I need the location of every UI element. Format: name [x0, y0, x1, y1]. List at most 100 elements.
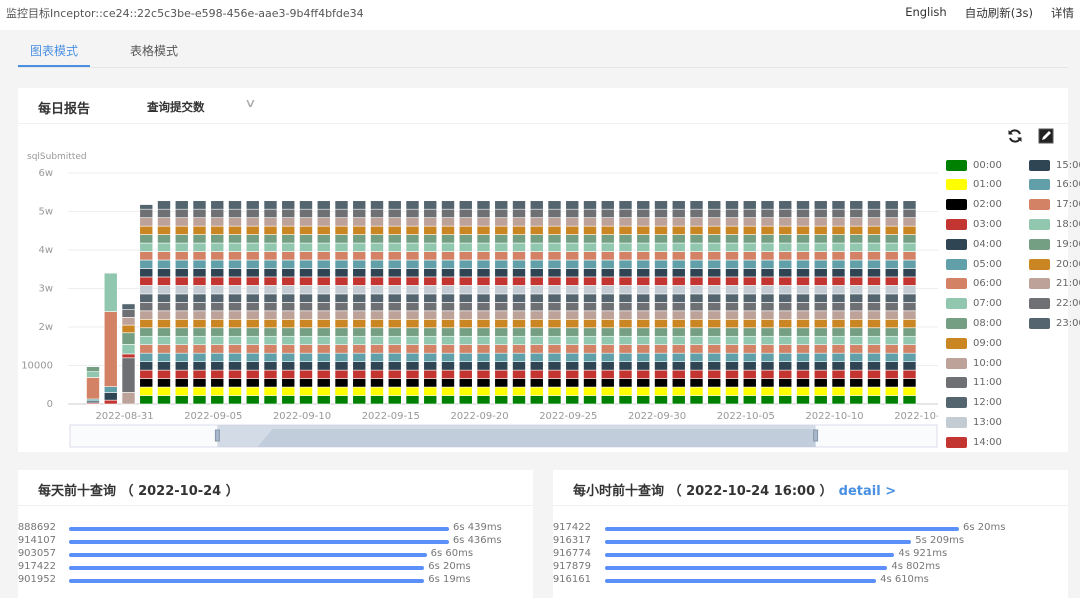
bar-segment-1300[interactable]	[139, 285, 154, 295]
bar-segment-2300[interactable]	[405, 200, 420, 210]
bar-segment-1800[interactable]	[547, 242, 562, 252]
bar-segment-1100[interactable]	[636, 302, 651, 312]
bar-segment-1500[interactable]	[654, 268, 668, 278]
bar-segment-1700[interactable]	[760, 251, 775, 261]
bar-segment-0800[interactable]	[192, 327, 207, 337]
bar-segment-1100[interactable]	[387, 302, 402, 312]
bar-segment-2200[interactable]	[565, 208, 580, 218]
bar-segment-0000[interactable]	[849, 395, 864, 405]
bar-segment-0300[interactable]	[405, 369, 420, 379]
bar-segment-0700[interactable]	[867, 335, 881, 346]
bar-segment-0300[interactable]	[263, 369, 278, 379]
bar-segment-0900[interactable]	[796, 319, 810, 329]
bar-segment-2000[interactable]	[334, 225, 349, 235]
bar-segment-2100[interactable]	[600, 217, 615, 227]
bar-segment-1700[interactable]	[228, 251, 242, 261]
bar-segment-1700[interactable]	[831, 251, 846, 261]
bar-segment-0800[interactable]	[494, 327, 509, 337]
bar-segment-2000[interactable]	[423, 225, 438, 235]
bar-segment-1300[interactable]	[583, 285, 597, 295]
bar-segment-2200[interactable]	[600, 208, 615, 218]
bar-segment-2100[interactable]	[316, 217, 331, 227]
bar-segment-1200[interactable]	[867, 293, 881, 303]
bar-segment-2200[interactable]	[867, 208, 881, 218]
bar-segment-1000[interactable]	[849, 310, 864, 320]
bar-segment-2300[interactable]	[778, 200, 793, 210]
bar-segment-1000[interactable]	[547, 310, 562, 320]
bar-segment-1500[interactable]	[157, 268, 171, 278]
bar-segment-1900[interactable]	[742, 234, 757, 244]
bar-segment-2200[interactable]	[423, 208, 438, 218]
bar-segment-1500[interactable]	[441, 268, 455, 278]
bar-segment-1800[interactable]	[334, 242, 349, 252]
bar-segment-2200[interactable]	[583, 208, 597, 218]
bar-segment-1900[interactable]	[423, 234, 438, 244]
bar-segment-0100[interactable]	[760, 386, 775, 396]
bar-segment-1300[interactable]	[760, 285, 775, 295]
bar-segment-0900[interactable]	[725, 319, 739, 329]
bar-segment-1300[interactable]	[423, 285, 438, 295]
bar-segment-0900[interactable]	[849, 319, 864, 329]
bar-segment-0300[interactable]	[884, 369, 899, 379]
bar-segment-0100[interactable]	[192, 386, 207, 396]
bar-segment-1700[interactable]	[139, 251, 154, 261]
bar-segment-2000[interactable]	[139, 225, 154, 235]
bar-segment-0100[interactable]	[476, 386, 491, 396]
bar-segment-0300[interactable]	[813, 369, 828, 379]
bar-segment-1400[interactable]	[565, 276, 580, 286]
bar-segment-0800[interactable]	[884, 327, 899, 337]
bar-segment-1900[interactable]	[441, 234, 455, 244]
bar-segment-0500[interactable]	[547, 352, 562, 362]
bar-segment-1600[interactable]	[796, 259, 810, 269]
bar-segment-1900[interactable]	[707, 234, 722, 244]
bar-segment-1900[interactable]	[618, 234, 633, 244]
bar-segment-0500[interactable]	[689, 352, 704, 362]
bar-segment-1400[interactable]	[334, 276, 349, 286]
bar-segment-0200[interactable]	[742, 378, 757, 388]
bar-segment-0400[interactable]	[831, 361, 846, 371]
bar-segment-0300[interactable]	[725, 369, 739, 379]
bar-segment-1400[interactable]	[387, 276, 402, 286]
query-row[interactable]: 2888692 6s 439ms	[18, 522, 533, 535]
bar-segment-2200[interactable]	[671, 208, 686, 218]
bar-segment-1600[interactable]	[192, 259, 207, 269]
bar-segment-1300[interactable]	[476, 285, 491, 295]
bar-segment-2100[interactable]	[725, 217, 739, 227]
tab-table-mode[interactable]: 表格模式	[130, 42, 178, 59]
bar-segment-0900[interactable]	[228, 319, 242, 329]
bar-segment-1000[interactable]	[316, 310, 331, 320]
bar-segment-0900[interactable]	[299, 319, 313, 329]
bar-segment-0300[interactable]	[796, 369, 810, 379]
bar-segment-0600[interactable]	[494, 344, 509, 354]
bar-segment-1800[interactable]	[512, 242, 526, 252]
bar-segment-0700[interactable]	[671, 335, 686, 346]
bar-segment-2300[interactable]	[299, 200, 313, 210]
bar-segment-0300[interactable]	[529, 369, 544, 379]
bar-segment-1500[interactable]	[565, 268, 580, 278]
legend-item-1900[interactable]: 19:00	[1029, 237, 1080, 251]
bar-segment-0300[interactable]	[441, 369, 455, 379]
bar-segment-1300[interactable]	[334, 285, 349, 295]
bar-segment-2100[interactable]	[689, 217, 704, 227]
bar-segment-1300[interactable]	[352, 285, 367, 295]
bar-segment-0400[interactable]	[405, 361, 420, 371]
bar-segment-0500[interactable]	[263, 352, 278, 362]
legend-item-1800[interactable]: 18:00	[1029, 217, 1080, 231]
bar-segment-1500[interactable]	[263, 268, 278, 278]
bar-segment-0700[interactable]	[654, 335, 668, 346]
bar-segment-1500[interactable]	[316, 268, 331, 278]
bar-segment-1100[interactable]	[778, 302, 793, 312]
bar-segment-1100[interactable]	[263, 302, 278, 312]
bar-segment-1400[interactable]	[263, 276, 278, 286]
bar-segment-1500[interactable]	[583, 268, 597, 278]
bar-segment-0000[interactable]	[281, 395, 296, 405]
bar-segment-2200[interactable]	[689, 208, 704, 218]
bar-segment-1800[interactable]	[476, 242, 491, 252]
bar-segment-0700[interactable]	[600, 335, 615, 346]
bar-segment-1000[interactable]	[121, 392, 136, 405]
bar-segment-0900[interactable]	[263, 319, 278, 329]
bar-segment-1800[interactable]	[228, 242, 242, 252]
bar-segment-1200[interactable]	[778, 293, 793, 303]
bar-segment-2000[interactable]	[813, 225, 828, 235]
bar-segment-0700[interactable]	[760, 335, 775, 346]
